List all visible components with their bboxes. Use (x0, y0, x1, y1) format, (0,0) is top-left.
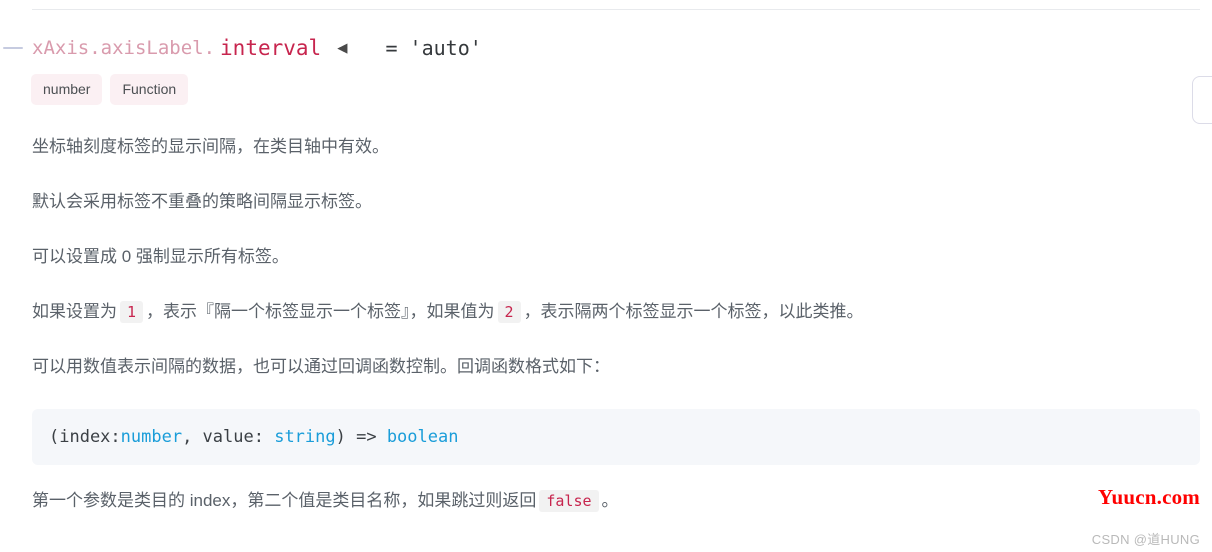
inline-code-1: 1 (120, 301, 144, 323)
top-divider (32, 9, 1200, 10)
option-path-prefix: xAxis.axisLabel. (32, 37, 216, 59)
inline-code-2: 2 (497, 301, 521, 323)
type-tag-list: number Function (31, 74, 189, 105)
code-type-boolean: boolean (386, 427, 459, 447)
code-segment-1: (index: (49, 427, 121, 447)
paragraph-2: 默认会采用标签不重叠的策略间隔显示标签。 (32, 192, 372, 211)
paragraph-6: 第一个参数是类目的 index，第二个值是类目名称，如果跳过则返回 false。 (32, 488, 1202, 514)
paragraph-5: 可以用数值表示间隔的数据，也可以通过回调函数控制。回调函数格式如下： (32, 357, 610, 376)
documentation-body: 坐标轴刻度标签的显示间隔，在类目轴中有效。 默认会采用标签不重叠的策略间隔显示标… (32, 134, 1202, 543)
option-name: interval (220, 36, 322, 60)
code-segment-2: , value: (182, 427, 275, 447)
site-watermark: Yuucn.com (1098, 485, 1200, 509)
inline-code-false: false (539, 490, 599, 512)
option-default-value: = 'auto' (385, 33, 481, 63)
csdn-watermark: CSDN @道HUNG (1091, 532, 1200, 547)
paragraph-4-text-b: ，表示『隔一个标签显示一个标签』，如果值为 (146, 302, 495, 321)
paragraph-4: 如果设置为 1 ，表示『隔一个标签显示一个标签』，如果值为 2 ，表示隔两个标签显示一个… (32, 299, 1202, 325)
code-block-content: (index:number, value: string) => boolean (49, 426, 1183, 448)
collapse-indicator-dash[interactable] (3, 47, 23, 49)
type-tag-function[interactable]: Function (110, 74, 189, 105)
code-block: (index:number, value: string) => boolean (32, 409, 1200, 465)
type-tag-number[interactable]: number (31, 74, 103, 105)
paragraph-4-text-a: 如果设置为 (32, 302, 117, 321)
default-value-text: 'auto' (409, 36, 482, 60)
paragraph-1: 坐标轴刻度标签的显示间隔，在类目轴中有效。 (32, 137, 389, 156)
code-type-number: number (120, 427, 183, 447)
paragraph-3: 可以设置成 0 强制显示所有标签。 (32, 247, 289, 266)
paragraph-6-text-b: 。 (601, 491, 619, 510)
code-type-string: string (274, 427, 336, 447)
collapse-triangle-icon[interactable]: ◀ (337, 39, 347, 57)
option-heading: xAxis.axisLabel. interval ◀ = 'auto' (32, 33, 482, 63)
code-segment-3: ) => (335, 427, 387, 447)
right-edge-floating-panel[interactable] (1192, 76, 1212, 124)
paragraph-6-text-a: 第一个参数是类目的 index，第二个值是类目名称，如果跳过则返回 (32, 491, 537, 510)
equals-sign: = (385, 36, 398, 60)
paragraph-4-text-c: ，表示隔两个标签显示一个标签，以此类推。 (523, 302, 864, 321)
documentation-page: xAxis.axisLabel. interval ◀ = 'auto' numb… (0, 0, 1212, 552)
